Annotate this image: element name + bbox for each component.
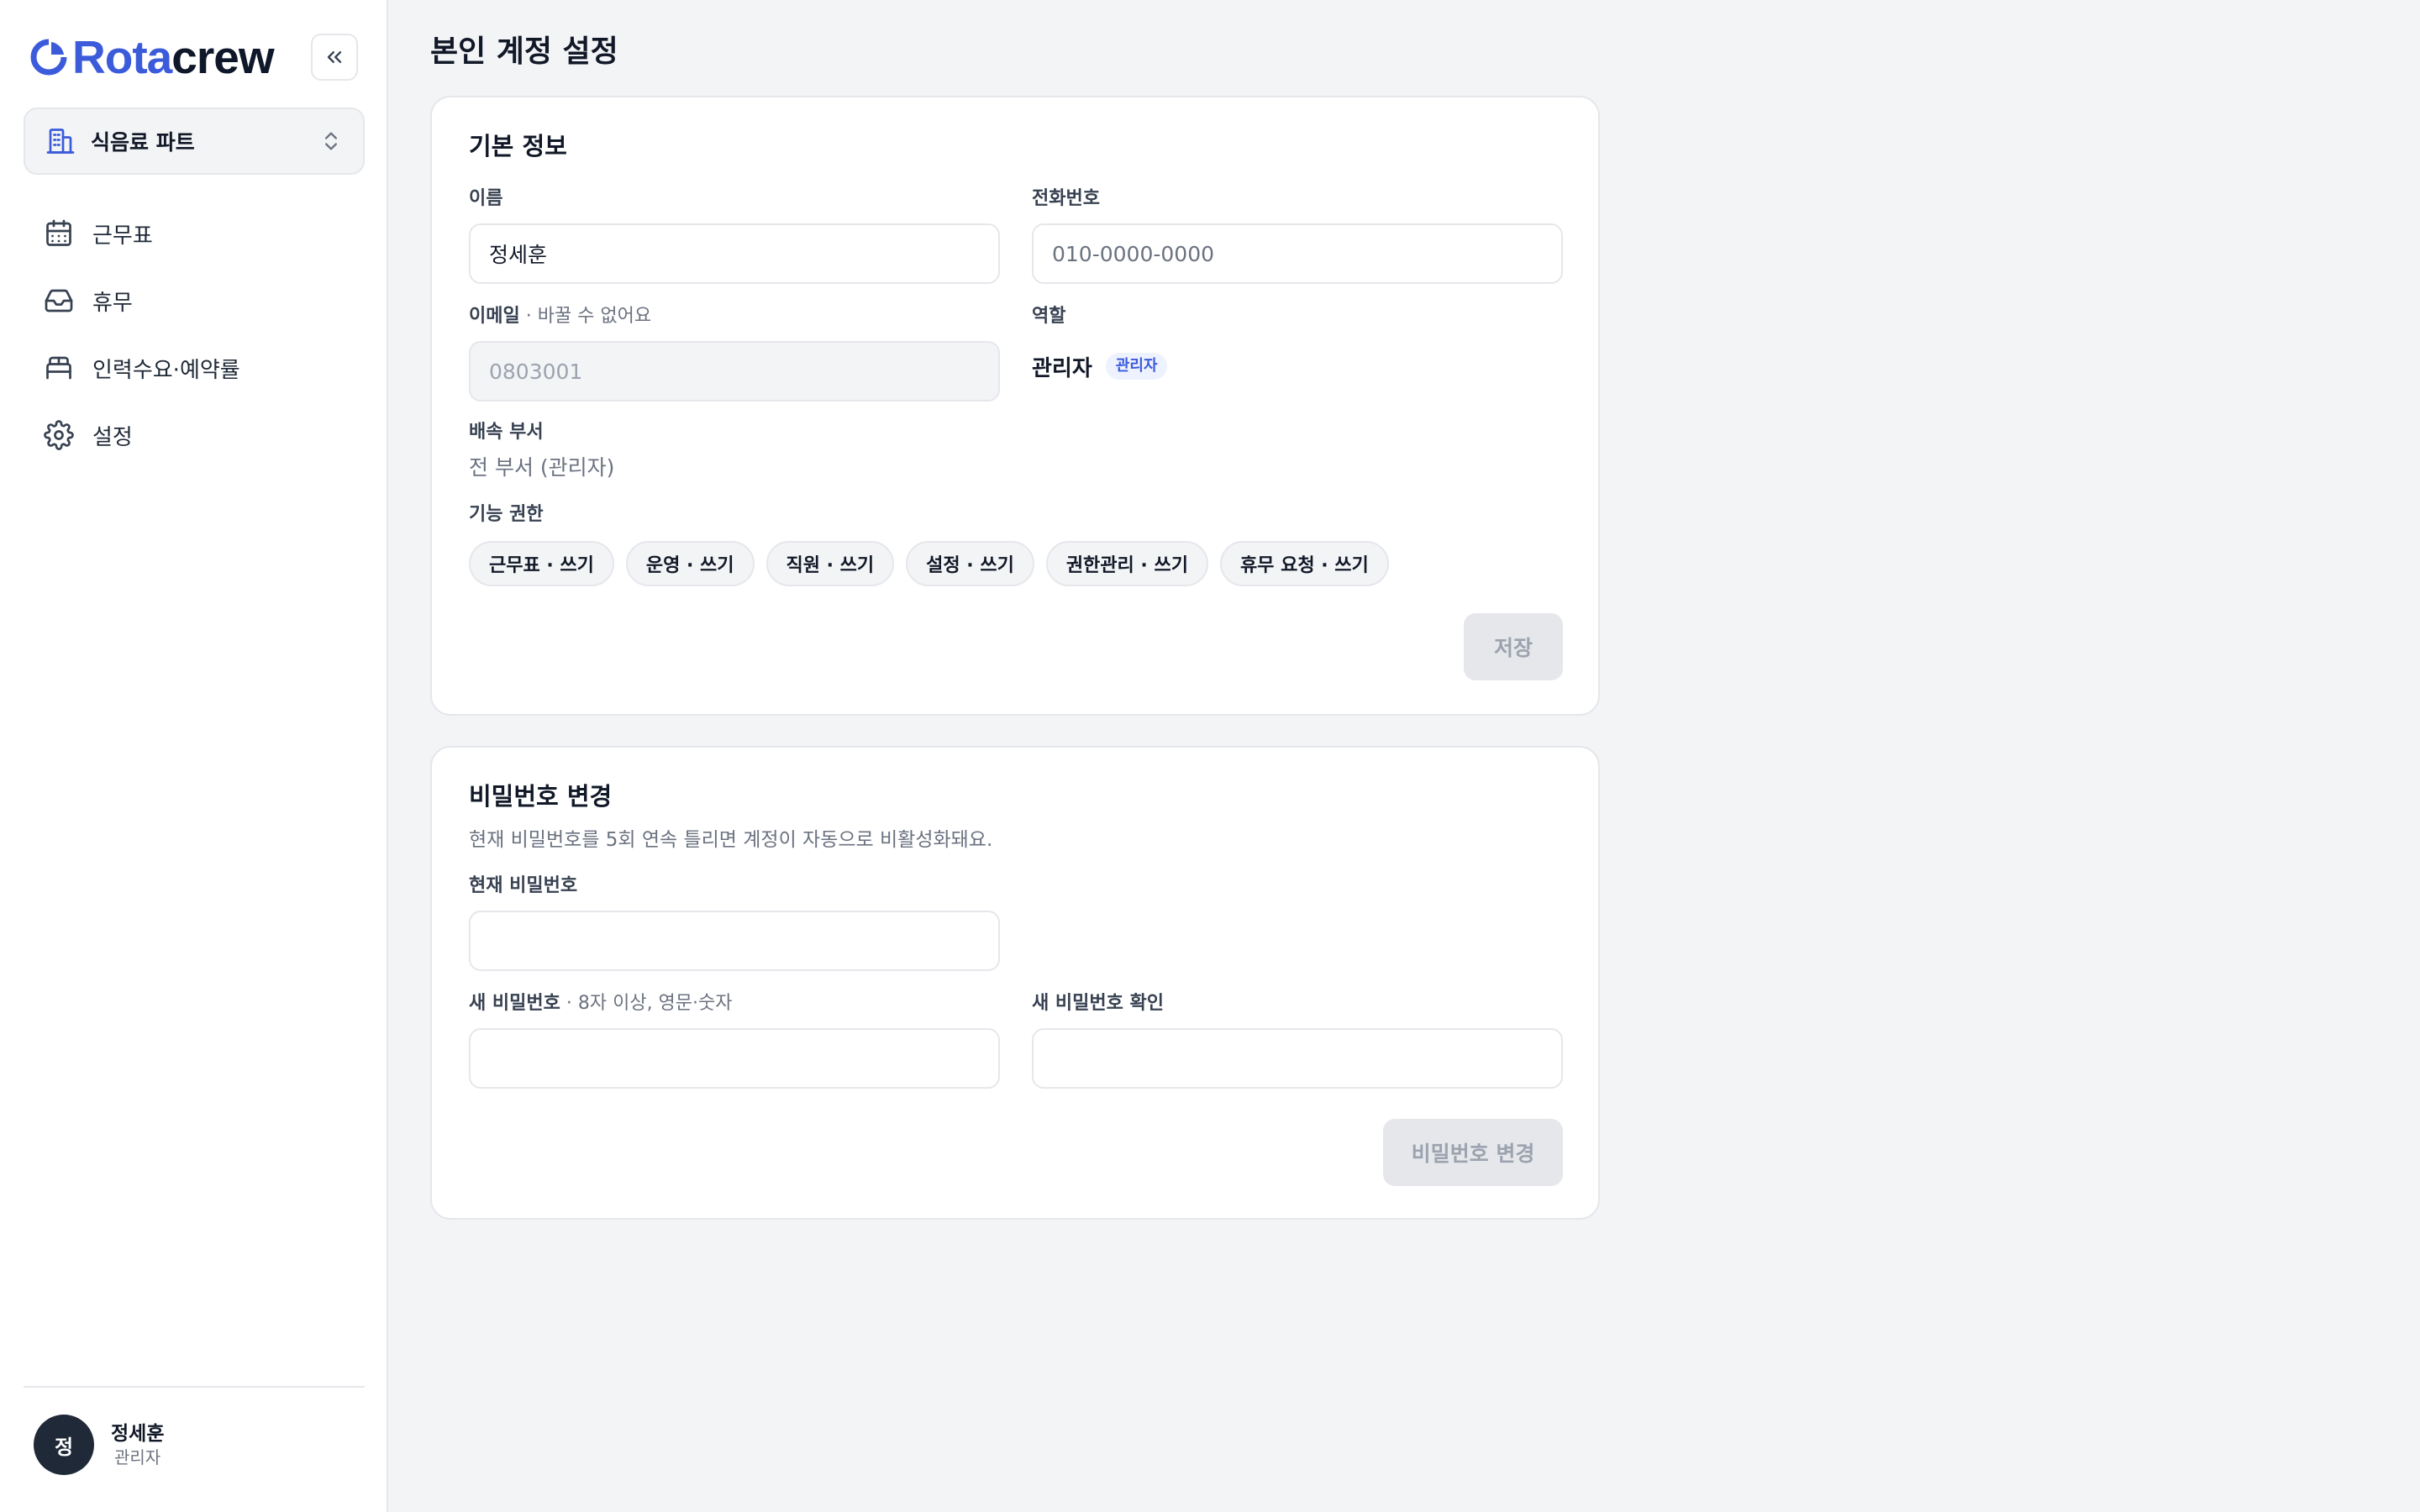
sidebar-item-label: 설정 [92,424,133,450]
basic-info-card: 기본 정보 이름 전화번호 이메일 · 바꿀 수 없어요 역할 관리자 관리자 … [430,96,1600,716]
permission-chip: 권한관리 · 쓰기 [1045,541,1208,586]
basic-info-title: 기본 정보 [469,132,567,160]
email-label-text: 이메일 [469,306,520,327]
page-title: 본인 계정 설정 [430,34,618,69]
sidebar-item-label: 근무표 [92,223,153,249]
collapse-sidebar-button[interactable] [311,34,358,81]
calendar-icon [46,219,71,246]
phone-input[interactable] [1032,223,1563,284]
role-display: 관리자 관리자 [1032,349,1168,383]
chevrons-left-icon [327,51,342,64]
team-selector[interactable]: 식음료 파트 [24,108,365,175]
sidebar: Rotacrew 식음료 파트 근무표 휴무 인력수요·예약률 설정 정 정세훈… [0,0,388,1512]
email-hint: · 바꿀 수 없어요 [519,306,652,327]
building-icon [46,129,75,154]
name-label: 이름 [469,188,503,209]
sidebar-item-schedule[interactable]: 근무표 [24,200,365,267]
inbox-icon [45,289,73,312]
sidebar-item-settings[interactable]: 설정 [24,402,365,469]
password-card: 비밀번호 변경 현재 비밀번호를 5회 연속 틀리면 계정이 자동으로 비활성화… [430,746,1600,1220]
current-password-label: 현재 비밀번호 [469,875,578,896]
brand-logo[interactable]: Rotacrew [29,30,275,84]
sidebar-item-label: 휴무 [92,290,133,316]
role-value: 관리자 [1032,355,1092,381]
sidebar-item-demand[interactable]: 인력수요·예약률 [24,334,365,402]
name-input[interactable] [469,223,1000,284]
sidebar-item-dayoff[interactable]: 휴무 [24,267,365,334]
dept-value: 전 부서 (관리자) [469,455,615,480]
sidebar-nav: 근무표 휴무 인력수요·예약률 설정 [24,200,365,469]
role-label: 역할 [1032,306,1066,327]
user-name: 정세훈 [111,1423,165,1445]
new-password-label: 새 비밀번호 · 8자 이상, 영문·숫자 [469,991,733,1016]
chevron-up-down-icon [325,132,337,150]
bed-icon [46,356,71,380]
permission-chip: 직원 · 쓰기 [765,541,895,586]
team-label: 식음료 파트 [91,130,195,155]
phone-label: 전화번호 [1032,188,1100,209]
permission-chip: 설정 · 쓰기 [906,541,1034,586]
brand-name: Rotacrew [72,31,275,83]
permissions-label: 기능 권한 [469,504,544,525]
permission-chips: 근무표 · 쓰기 운영 · 쓰기 직원 · 쓰기 설정 · 쓰기 권한관리 · … [469,541,1401,586]
save-button[interactable]: 저장 [1464,613,1563,680]
gear-icon [44,420,74,450]
password-title: 비밀번호 변경 [469,782,613,811]
new-password-hint: · 8자 이상, 영문·숫자 [560,993,733,1014]
user-profile[interactable]: 정 정세훈 관리자 [34,1415,164,1475]
confirm-password-label: 새 비밀번호 확인 [1032,993,1164,1014]
permission-chip: 근무표 · 쓰기 [469,541,614,586]
avatar: 정 [34,1415,94,1475]
current-password-input[interactable] [469,911,1000,971]
dept-label: 배속 부서 [469,422,544,443]
email-input [469,341,1000,402]
role-badge: 관리자 [1105,353,1168,380]
email-label: 이메일 · 바꿀 수 없어요 [469,304,651,329]
change-password-button[interactable]: 비밀번호 변경 [1383,1119,1563,1186]
permission-chip: 운영 · 쓰기 [625,541,755,586]
rotacrew-logo-icon [30,39,68,76]
user-role: 관리자 [114,1447,161,1467]
permission-chip: 휴무 요청 · 쓰기 [1219,541,1389,586]
new-password-label-text: 새 비밀번호 [469,993,560,1014]
password-description: 현재 비밀번호를 5회 연속 틀리면 계정이 자동으로 비활성화돼요. [469,829,993,851]
sidebar-divider [24,1386,365,1388]
sidebar-item-label: 인력수요·예약률 [92,357,240,383]
confirm-password-input[interactable] [1032,1028,1563,1089]
new-password-input[interactable] [469,1028,1000,1089]
